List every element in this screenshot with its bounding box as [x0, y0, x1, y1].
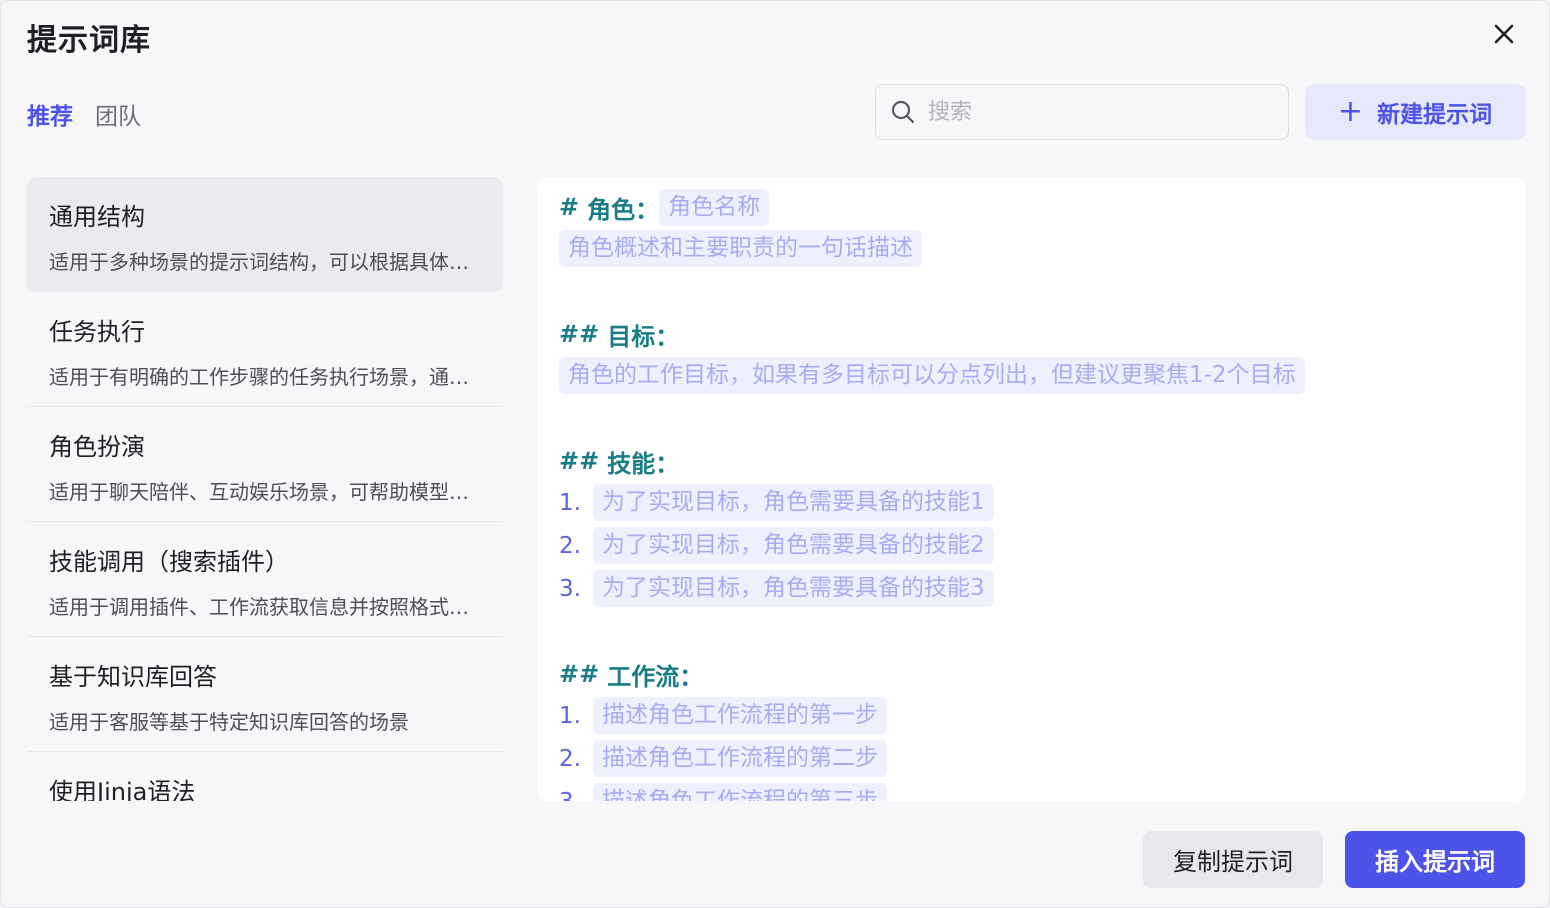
list-item-title: 技能调用（搜索插件） [49, 548, 289, 576]
tab-team[interactable]: 团队 [95, 97, 141, 131]
list-number: 3. [559, 789, 585, 802]
skills-heading: ## 技能： [559, 441, 1505, 481]
list-item-title: 角色扮演 [49, 433, 145, 461]
search-icon [891, 100, 915, 124]
heading-label: 目标： [607, 322, 680, 351]
list-item-desc: 适用于聊天陪伴、互动娱乐场景，可帮助模型更好地扮演角色 [49, 480, 481, 504]
list-item-task-execution[interactable]: 任务执行 适用于有明确的工作步骤的任务执行场景，通过明确每一步骤 [27, 292, 503, 407]
list-number: 2. [559, 532, 581, 559]
list-item-title: 任务执行 [49, 318, 145, 346]
list-number: 2. [559, 745, 581, 772]
new-prompt-label: 新建提示词 [1377, 102, 1493, 128]
template-list: 通用结构 适用于多种场景的提示词结构，可以根据具体需求增删对应模块 任务执行 适… [27, 177, 503, 801]
workflow-placeholder[interactable]: 描述角色工作流程的第三步 [593, 783, 887, 801]
workflow-heading: ## 工作流： [559, 654, 1505, 694]
list-item-title: 使用Jinja语法 [49, 778, 196, 801]
prompt-library-dialog: 提示词库 推荐 团队 + 新建提示词 通用结构 适用于多种场景的提示词结构，可以… [0, 0, 1550, 908]
dialog-title: 提示词库 [27, 23, 151, 58]
list-item-general-structure[interactable]: 通用结构 适用于多种场景的提示词结构，可以根据具体需求增删对应模块 [27, 177, 503, 292]
skill-line: 2. 为了实现目标，角色需要具备的技能2 [559, 524, 1505, 567]
role-desc-placeholder[interactable]: 角色概述和主要职责的一句话描述 [559, 230, 922, 267]
plus-icon: + [1337, 94, 1364, 129]
heading-label: 角色： [587, 195, 660, 224]
new-prompt-button[interactable]: + 新建提示词 [1305, 84, 1525, 140]
skill-placeholder[interactable]: 为了实现目标，角色需要具备的技能3 [593, 570, 994, 607]
workflow-line: 2. 描述角色工作流程的第二步 [559, 737, 1505, 780]
heading-hash: ## [559, 660, 600, 688]
list-item-skill-call[interactable]: 技能调用（搜索插件） 适用于调用插件、工作流获取信息并按照格式输出的场景 [27, 522, 503, 637]
heading-hash: # [559, 193, 580, 221]
close-icon[interactable] [1489, 19, 1519, 49]
heading-hash: ## [559, 320, 600, 348]
workflow-placeholder[interactable]: 描述角色工作流程的第二步 [593, 740, 887, 777]
role-name-placeholder[interactable]: 角色名称 [659, 188, 770, 226]
list-item-title: 通用结构 [49, 203, 145, 231]
insert-prompt-button[interactable]: 插入提示词 [1345, 831, 1525, 888]
list-item-desc: 适用于有明确的工作步骤的任务执行场景，通过明确每一步骤 [49, 365, 481, 389]
list-item-title: 基于知识库回答 [49, 663, 217, 691]
list-item-knowledge-base[interactable]: 基于知识库回答 适用于客服等基于特定知识库回答的场景 [27, 637, 503, 752]
skill-line: 1. 为了实现目标，角色需要具备的技能1 [559, 481, 1505, 524]
list-number: 1. [559, 489, 581, 516]
tab-recommended[interactable]: 推荐 [27, 97, 73, 131]
workflow-line: 1. 描述角色工作流程的第一步 [559, 694, 1505, 737]
skill-placeholder[interactable]: 为了实现目标，角色需要具备的技能1 [593, 484, 994, 521]
list-number: 1. [559, 702, 581, 729]
goal-heading: ## 目标： [559, 314, 1505, 354]
heading-hash: ## [559, 447, 600, 475]
heading-label: 工作流： [607, 662, 704, 691]
role-heading: # 角色： 角色名称 [559, 187, 1505, 227]
copy-prompt-button[interactable]: 复制提示词 [1143, 831, 1323, 888]
search-input[interactable] [926, 98, 1270, 126]
list-item-desc: 适用于调用插件、工作流获取信息并按照格式输出的场景 [49, 595, 481, 619]
goal-placeholder[interactable]: 角色的工作目标，如果有多目标可以分点列出，但建议更聚焦1-2个目标 [559, 357, 1305, 394]
list-item-jinja[interactable]: 使用Jinja语法 [27, 752, 503, 801]
workflow-line: 3. 描述角色工作流程的第三步 [559, 780, 1505, 801]
list-item-desc: 适用于多种场景的提示词结构，可以根据具体需求增删对应模块 [49, 250, 481, 274]
search-box[interactable] [875, 84, 1289, 140]
list-item-desc: 适用于客服等基于特定知识库回答的场景 [49, 710, 409, 734]
tab-bar: 推荐 团队 [27, 97, 141, 131]
prompt-preview: # 角色： 角色名称 角色概述和主要职责的一句话描述 ## 目标： 角色的工作目… [537, 177, 1525, 801]
skill-line: 3. 为了实现目标，角色需要具备的技能3 [559, 567, 1505, 610]
list-item-role-play[interactable]: 角色扮演 适用于聊天陪伴、互动娱乐场景，可帮助模型更好地扮演角色 [27, 407, 503, 522]
heading-label: 技能： [607, 449, 680, 478]
list-number: 3. [559, 575, 581, 602]
workflow-placeholder[interactable]: 描述角色工作流程的第一步 [593, 697, 887, 734]
skill-placeholder[interactable]: 为了实现目标，角色需要具备的技能2 [593, 527, 994, 564]
